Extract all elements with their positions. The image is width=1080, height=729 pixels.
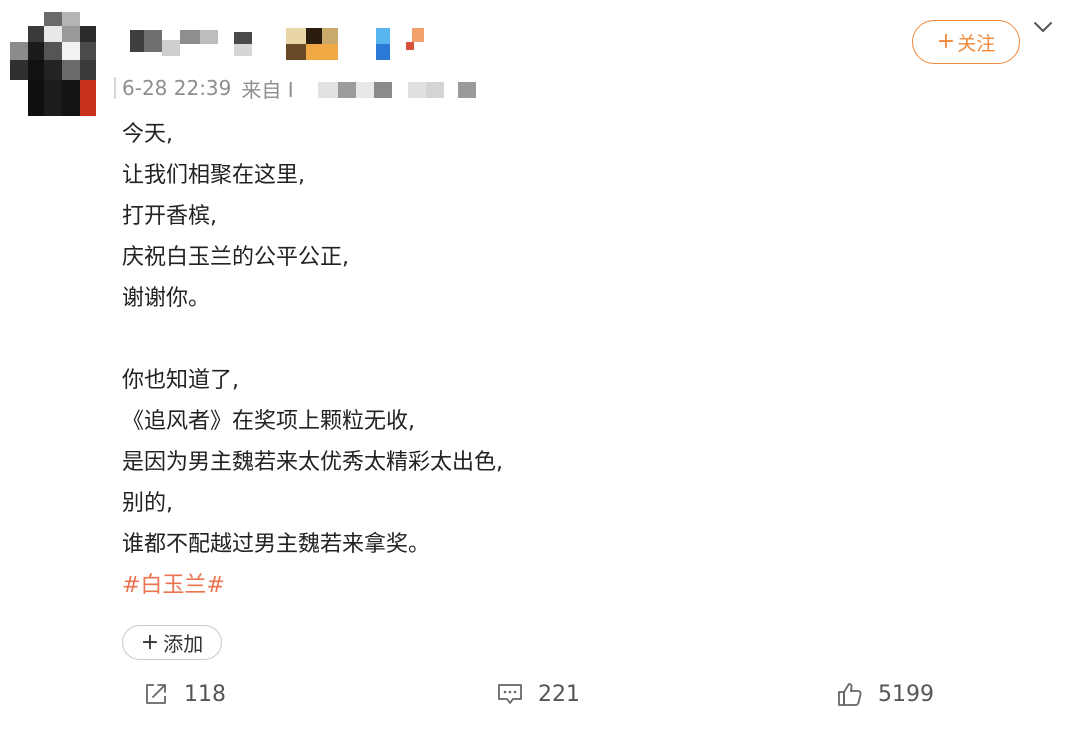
like-button[interactable]: 5199 bbox=[836, 676, 934, 712]
post-meta: 6-28 22:39 来自 I bbox=[114, 74, 294, 102]
post-source[interactable]: 来自 I bbox=[241, 74, 293, 103]
follow-label: 关注 bbox=[957, 32, 996, 55]
like-count: 5199 bbox=[878, 681, 934, 707]
source-redacted bbox=[318, 80, 498, 100]
comment-button[interactable]: 221 bbox=[496, 676, 580, 712]
share-button[interactable]: 118 bbox=[142, 676, 226, 712]
post-body: 今天, 让我们相聚在这里, 打开香槟, 庆祝白玉兰的公平公正, 谢谢你。 你也知… bbox=[122, 114, 822, 606]
post-timestamp[interactable]: 6-28 22:39 bbox=[122, 76, 231, 100]
follow-plus: + bbox=[936, 29, 956, 54]
add-plus: + bbox=[140, 629, 160, 655]
post-line: 庆祝白玉兰的公平公正, bbox=[122, 245, 349, 270]
post-line: 打开香槟, bbox=[122, 204, 217, 229]
hashtag-link[interactable]: #白玉兰# bbox=[122, 573, 225, 598]
add-label: 添加 bbox=[163, 632, 204, 656]
post-line: 别的, bbox=[122, 491, 173, 516]
post-line: 你也知道了, bbox=[122, 368, 239, 393]
post-line: 让我们相聚在这里, bbox=[122, 163, 305, 188]
chevron-down-icon[interactable] bbox=[1032, 16, 1054, 38]
comment-count: 221 bbox=[538, 681, 580, 707]
post-line: 谢谢你。 bbox=[122, 286, 211, 311]
follow-button[interactable]: + 关注 bbox=[912, 20, 1020, 64]
post-line: 是因为男主魏若来太优秀太精彩太出色, bbox=[122, 450, 503, 475]
add-button[interactable]: + 添加 bbox=[122, 625, 222, 660]
username-redacted[interactable] bbox=[130, 24, 430, 64]
meta-divider bbox=[114, 77, 116, 99]
share-icon bbox=[146, 684, 166, 704]
post-line: 今天, bbox=[122, 122, 173, 147]
post-line: 谁都不配越过男主魏若来拿奖。 bbox=[122, 532, 431, 557]
post-line: 《追风者》在奖项上颗粒无收, bbox=[122, 409, 415, 434]
avatar[interactable] bbox=[10, 12, 98, 116]
comment-icon bbox=[498, 684, 522, 704]
thumbs-up-icon bbox=[838, 683, 862, 706]
post-line-blank bbox=[122, 319, 822, 360]
share-count: 118 bbox=[184, 681, 226, 707]
